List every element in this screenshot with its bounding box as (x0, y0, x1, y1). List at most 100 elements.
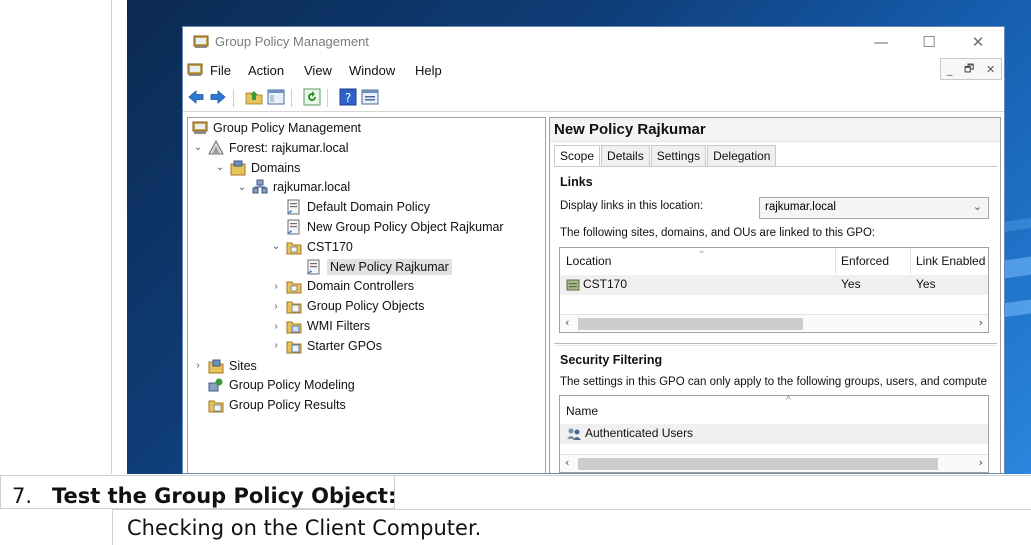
table-row[interactable]: CST170 Yes Yes (560, 275, 988, 295)
display-links-label: Display links in this location: (560, 200, 704, 212)
links-location-dropdown[interactable]: rajkumar.local ⌄ (759, 197, 989, 219)
scroll-right-icon[interactable]: › (979, 456, 983, 469)
chevron-right-icon[interactable]: › (270, 301, 282, 312)
tab-settings[interactable]: Settings (650, 145, 707, 167)
menu-view[interactable]: View (304, 63, 332, 78)
users-icon (567, 428, 581, 440)
links-hscrollbar[interactable]: ‹ › (560, 314, 988, 332)
links-table-header: Location ⌄ Enforced Link Enabled (560, 248, 988, 274)
column-location[interactable]: Location (566, 254, 611, 268)
menu-file[interactable]: File (210, 63, 231, 78)
tree-node[interactable]: › Group Policy Objects (270, 296, 424, 316)
links-heading: Links (560, 175, 593, 189)
up-folder-icon[interactable] (245, 88, 263, 106)
tree-node[interactable]: Default Domain Policy (270, 197, 430, 217)
sort-indicator-icon: ⌄ (698, 247, 706, 255)
table-row[interactable]: Authenticated Users (560, 424, 988, 444)
scroll-right-icon[interactable]: › (979, 316, 983, 329)
tree-node-label: Domain Controllers (307, 279, 414, 294)
splitter[interactable] (554, 343, 997, 346)
scroll-thumb[interactable] (578, 318, 803, 330)
tab-strip: Scope Details Settings Delegation (554, 145, 777, 168)
chevron-down-icon[interactable]: ⌄ (192, 142, 204, 153)
gpo-link-icon (287, 199, 300, 215)
chevron-down-icon[interactable]: ⌄ (270, 241, 282, 252)
tree-node[interactable]: › Domain Controllers (270, 276, 414, 296)
ou-folder-icon (566, 279, 580, 291)
tree-node-label: Group Policy Results (229, 398, 346, 413)
row-link-enabled: Yes (916, 277, 936, 291)
back-arrow-icon[interactable] (187, 88, 205, 106)
tree-node[interactable]: ⌄ rajkumar.local (236, 177, 350, 197)
chevron-down-icon[interactable]: ⌄ (236, 182, 248, 193)
gpo-title: New Policy Rajkumar (554, 121, 706, 138)
mdi-minimize-button[interactable]: _ (947, 63, 953, 76)
document-page: Group Policy Management — ☐ ✕ File Actio… (0, 0, 1031, 545)
domains-icon (230, 160, 246, 176)
tree-node-label: New Group Policy Object Rajkumar (307, 220, 504, 234)
help-icon[interactable]: ? (339, 88, 357, 106)
gpo-folder-icon (286, 301, 302, 314)
tree-node[interactable]: Group Policy Results (192, 395, 346, 415)
menu-help[interactable]: Help (415, 63, 442, 78)
security-description: The settings in this GPO can only apply … (560, 376, 988, 388)
tab-details[interactable]: Details (601, 145, 650, 167)
tree-node[interactable]: ⌄ CST170 (270, 237, 353, 257)
tree-node[interactable]: › Starter GPOs (270, 336, 382, 356)
tree-node[interactable]: Group Policy Modeling (192, 375, 355, 395)
tab-scope[interactable]: Scope (554, 145, 601, 168)
forward-arrow-icon[interactable] (209, 88, 227, 106)
column-link-enabled[interactable]: Link Enabled (916, 254, 985, 268)
scroll-left-icon[interactable]: ‹ (565, 316, 569, 329)
security-filtering-heading: Security Filtering (560, 353, 663, 367)
menu-window[interactable]: Window (349, 63, 395, 78)
tree-node-label: Forest: rajkumar.local (229, 140, 349, 155)
scroll-left-icon[interactable]: ‹ (565, 456, 569, 469)
tree-node[interactable]: Group Policy Management (192, 118, 361, 138)
chevron-right-icon[interactable]: › (270, 281, 282, 292)
document-icon[interactable] (187, 63, 203, 77)
ou-folder-icon (286, 242, 302, 255)
chevron-right-icon[interactable]: › (270, 340, 282, 351)
column-enforced[interactable]: Enforced (841, 254, 889, 268)
tree-node[interactable]: New Policy Rajkumar (290, 257, 452, 277)
scroll-thumb[interactable] (578, 458, 938, 470)
tree-node-label: Group Policy Modeling (229, 378, 355, 393)
tree-node[interactable]: › Sites (192, 356, 257, 376)
column-name[interactable]: Name (566, 404, 598, 418)
show-tree-icon[interactable] (267, 88, 285, 106)
refresh-icon[interactable] (303, 88, 321, 106)
maximize-button[interactable]: ☐ (907, 31, 951, 53)
title-bar[interactable]: Group Policy Management — ☐ ✕ (183, 27, 1004, 57)
starter-folder-icon (286, 341, 302, 354)
properties-icon[interactable] (361, 88, 379, 106)
menu-action[interactable]: Action (248, 63, 284, 78)
close-button[interactable]: ✕ (956, 31, 1000, 53)
chevron-right-icon[interactable]: › (192, 360, 204, 371)
mdi-close-button[interactable]: ✕ (986, 63, 995, 76)
tree-node-label: rajkumar.local (273, 180, 351, 195)
gpo-link-icon (287, 219, 300, 235)
tab-delegation[interactable]: Delegation (707, 145, 777, 167)
tree-node-label: Sites (229, 358, 257, 373)
links-location-value: rajkumar.local (765, 201, 836, 213)
step-cell-ext (395, 475, 1031, 509)
row-enforced: Yes (841, 277, 861, 291)
minimize-button[interactable]: — (859, 31, 903, 53)
tree-node-label: Group Policy Objects (307, 299, 425, 314)
svg-text:?: ? (345, 91, 351, 105)
gpo-link-icon (307, 259, 320, 275)
security-hscrollbar[interactable]: ‹ › (560, 454, 988, 472)
tree-node[interactable]: › WMI Filters (270, 316, 370, 336)
chevron-right-icon[interactable]: › (270, 321, 282, 332)
tree-node[interactable]: ⌄ Forest: rajkumar.local (192, 138, 348, 158)
tree-node-label: CST170 (307, 239, 353, 254)
tree-node-label: Starter GPOs (307, 338, 383, 353)
chevron-down-icon[interactable]: ⌄ (214, 162, 226, 173)
tree-node[interactable]: New Group Policy Object Rajkumar (270, 217, 504, 237)
tree-node[interactable]: ⌄ Domains (214, 158, 300, 178)
mdi-restore-button[interactable]: 🗗 (964, 60, 974, 79)
linked-description: The following sites, domains, and OUs ar… (560, 227, 876, 239)
details-header: New Policy Rajkumar (550, 118, 1000, 142)
row-location: CST170 (583, 277, 628, 291)
